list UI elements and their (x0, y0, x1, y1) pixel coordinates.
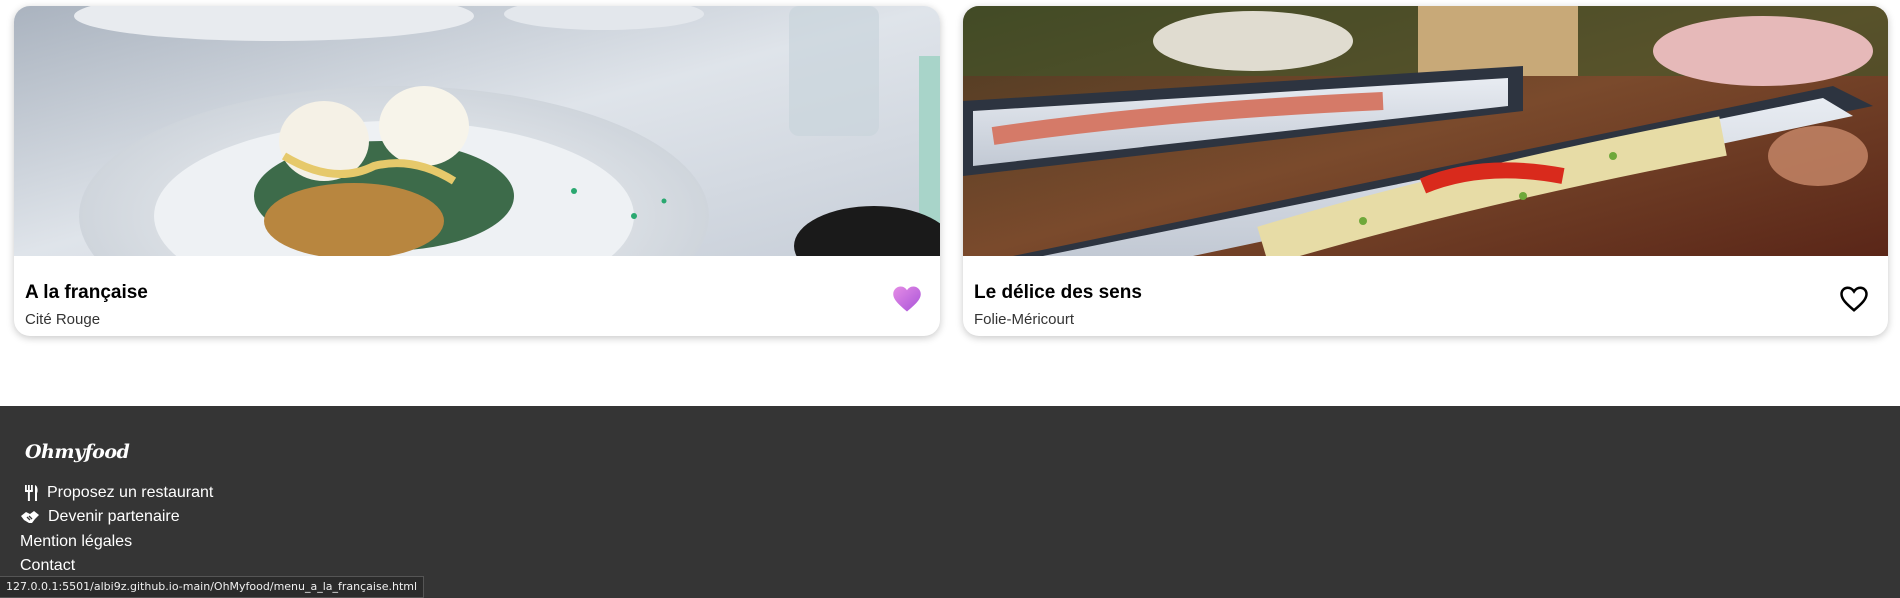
footer-link-contact[interactable]: Contact (20, 557, 75, 575)
restaurant-card-a-la-francaise[interactable]: A la française Cité Rouge (14, 6, 940, 336)
restaurant-photo[interactable] (963, 6, 1888, 256)
card-body: Le délice des sens Folie-Méricourt (963, 256, 1888, 336)
restaurant-location: Cité Rouge (25, 311, 101, 328)
footer-link-become-partner[interactable]: Devenir partenaire (20, 508, 180, 526)
heart-filled-icon[interactable] (892, 285, 922, 313)
restaurant-location: Folie-Méricourt (974, 311, 1075, 328)
footer-link-label: Devenir partenaire (48, 508, 180, 525)
footer-link-label: Proposez un restaurant (47, 484, 214, 501)
footer-logo[interactable]: Ohmyfood (25, 441, 130, 463)
browser-status-bar-url: 127.0.0.1:5501/albi9z.github.io-main/OhM… (0, 576, 425, 598)
footer-link-legal-mentions[interactable]: Mention légales (20, 533, 132, 551)
utensils-icon (25, 485, 38, 501)
footer-link-label: Mention légales (20, 533, 133, 550)
handshake-icon (21, 510, 39, 523)
footer: Ohmyfood Proposez un restaurant Devenir … (0, 406, 1900, 598)
card-body: A la française Cité Rouge (14, 256, 940, 336)
restaurant-name[interactable]: A la française (25, 282, 148, 304)
restaurant-photo[interactable] (14, 6, 940, 256)
footer-link-label: Contact (20, 557, 76, 574)
footer-link-propose-restaurant[interactable]: Proposez un restaurant (24, 484, 213, 502)
restaurant-name[interactable]: Le délice des sens (974, 282, 1142, 304)
restaurant-card-le-delice-des-sens[interactable]: Le délice des sens Folie-Méricourt (963, 6, 1888, 336)
heart-outline-icon[interactable] (1839, 285, 1869, 313)
